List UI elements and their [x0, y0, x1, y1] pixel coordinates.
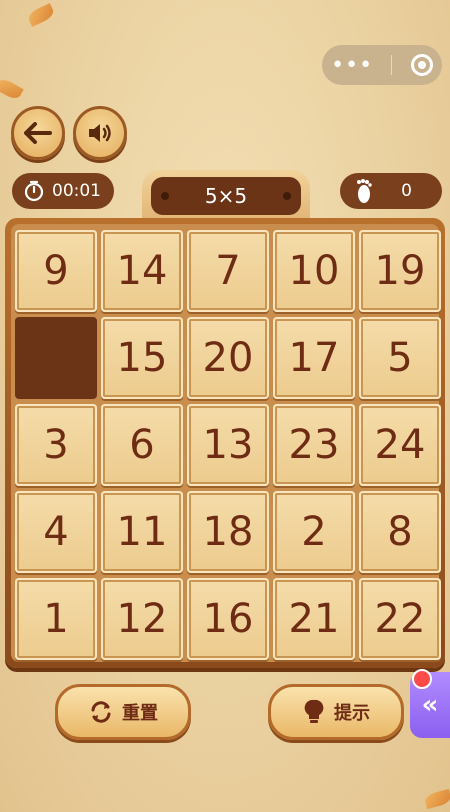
leaf-decoration: [0, 76, 24, 102]
tile[interactable]: 12: [101, 578, 183, 660]
tile[interactable]: 18: [187, 491, 269, 573]
reset-label: 重置: [122, 703, 158, 724]
tile[interactable]: 11: [101, 491, 183, 573]
footprint-icon: [357, 179, 372, 203]
empty-slot: [15, 317, 97, 399]
speaker-icon: [89, 124, 111, 142]
tile[interactable]: 13: [187, 404, 269, 486]
capsule-divider: [391, 55, 393, 75]
board-size-label: 5×5: [204, 184, 248, 208]
capsule-menu: •••: [322, 45, 442, 85]
board-size-header: 5×5: [142, 170, 310, 222]
tile[interactable]: 5: [359, 317, 441, 399]
refresh-icon: [91, 701, 111, 723]
tile[interactable]: 2: [273, 491, 355, 573]
arrow-left-icon: [24, 122, 52, 144]
reset-button[interactable]: 重置: [55, 684, 191, 740]
tile[interactable]: 3: [15, 404, 97, 486]
tile[interactable]: 22: [359, 578, 441, 660]
tile[interactable]: 10: [273, 230, 355, 312]
tile[interactable]: 1: [15, 578, 97, 660]
timer-display: 00:01: [12, 173, 114, 209]
tile[interactable]: 21: [273, 578, 355, 660]
target-icon[interactable]: [410, 54, 433, 76]
sound-button[interactable]: [73, 106, 127, 160]
tile[interactable]: 8: [359, 491, 441, 573]
tile[interactable]: 4: [15, 491, 97, 573]
tile[interactable]: 7: [187, 230, 269, 312]
tile[interactable]: 14: [101, 230, 183, 312]
back-button[interactable]: [11, 106, 65, 160]
tile[interactable]: 19: [359, 230, 441, 312]
hint-label: 提示: [334, 703, 370, 724]
step-counter: 0: [340, 173, 442, 209]
step-count: 0: [401, 181, 412, 201]
notification-dot: [412, 669, 432, 689]
puzzle-board: 9 14 7 10 19 15 20 17 5 3 6 13 23 24 4 1…: [5, 218, 445, 668]
timer-value: 00:01: [52, 181, 101, 201]
tile[interactable]: 17: [273, 317, 355, 399]
lightbulb-icon: [304, 699, 324, 723]
stopwatch-icon: [24, 180, 44, 202]
rivet: [283, 192, 291, 200]
tile[interactable]: 15: [101, 317, 183, 399]
ellipsis-icon[interactable]: •••: [331, 53, 373, 78]
leaf-decoration: [26, 3, 56, 27]
tile[interactable]: 6: [101, 404, 183, 486]
tile[interactable]: 9: [15, 230, 97, 312]
tile[interactable]: 16: [187, 578, 269, 660]
leaf-decoration: [423, 788, 450, 810]
board-inner: 9 14 7 10 19 15 20 17 5 3 6 13 23 24 4 1…: [11, 224, 441, 662]
board-size-plate: 5×5: [151, 177, 301, 215]
tile[interactable]: 20: [187, 317, 269, 399]
hint-button[interactable]: 提示: [268, 684, 404, 740]
rivet: [161, 192, 169, 200]
double-chevron-left-icon: «: [421, 690, 439, 720]
tile[interactable]: 23: [273, 404, 355, 486]
tile[interactable]: 24: [359, 404, 441, 486]
